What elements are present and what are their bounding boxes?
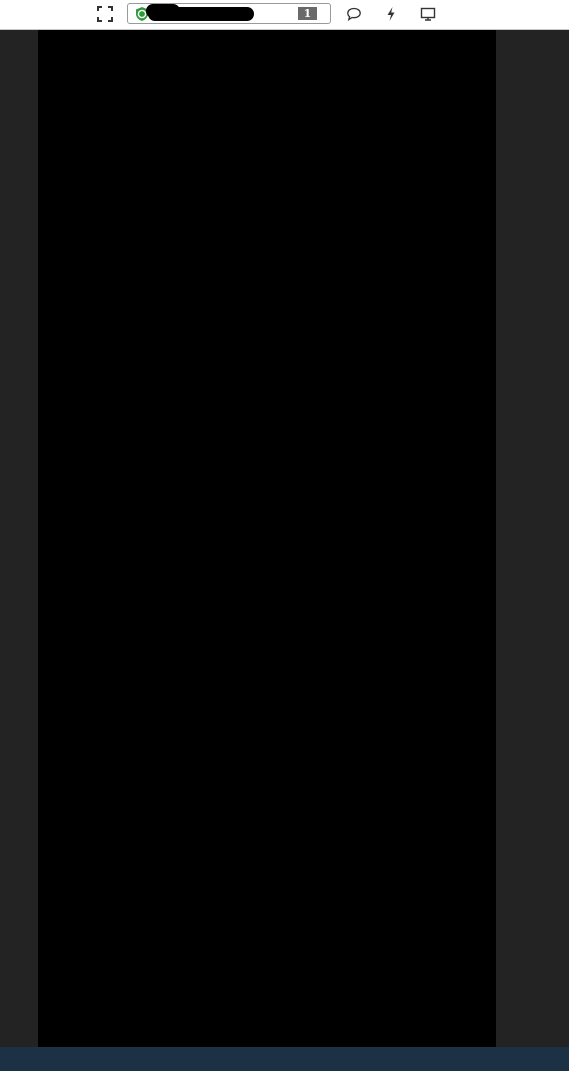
comment-button[interactable] [344,5,364,23]
lightning-button[interactable] [381,5,401,23]
right-gutter [496,30,569,1047]
content-viewport[interactable] [38,30,496,1047]
fullscreen-expand-icon [97,6,113,22]
monitor-icon [420,7,436,21]
left-gutter [0,30,38,1047]
lightning-bolt-icon [387,7,395,21]
address-bar[interactable]: 1 [127,3,331,24]
tab-count-badge[interactable]: 1 [298,7,317,20]
browser-toolbar: 1 [0,0,569,30]
redacted-url [148,7,254,21]
screen-button[interactable] [418,5,438,23]
fullscreen-button[interactable] [95,5,115,23]
bottom-bar [0,1047,569,1071]
speech-bubble-icon [347,7,361,22]
